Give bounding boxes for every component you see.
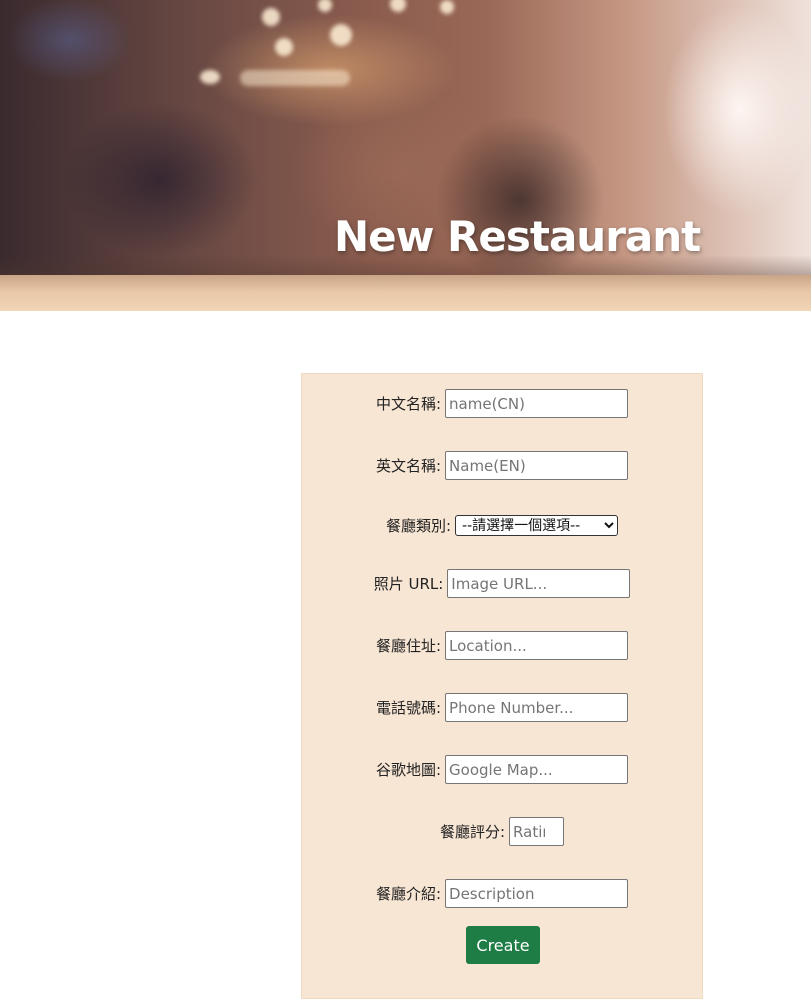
form-row-description: 餐廳介紹: [302, 879, 702, 908]
description-label: 餐廳介紹: [375, 885, 442, 903]
create-button[interactable]: Create [466, 926, 540, 964]
image-url-label: 照片 URL: [373, 575, 444, 593]
header-banner: New Restaurant [0, 0, 811, 311]
banner-bokeh-light [440, 0, 454, 14]
phone-input[interactable] [445, 693, 629, 722]
form-row-phone: 電話號碼: [302, 693, 702, 722]
location-label: 餐廳住址: [375, 637, 442, 655]
form-row-google-map: 谷歌地圖: [302, 755, 702, 784]
banner-bokeh-light [240, 70, 350, 86]
name-cn-input[interactable] [445, 389, 629, 418]
form-row-image-url: 照片 URL: [302, 569, 702, 598]
form-row-name-en: 英文名稱: [302, 451, 702, 480]
image-url-input[interactable] [447, 569, 631, 598]
google-map-label: 谷歌地圖: [375, 761, 442, 779]
rating-input[interactable] [509, 817, 565, 846]
new-restaurant-form: 中文名稱: 英文名稱: 餐廳類別: --請選擇一個選項-- 照片 URL: 餐廳… [301, 373, 703, 999]
form-row-location: 餐廳住址: [302, 631, 702, 660]
google-map-input[interactable] [445, 755, 629, 784]
banner-bokeh-light [262, 8, 280, 26]
name-en-input[interactable] [445, 451, 629, 480]
banner-bokeh-light [390, 0, 406, 12]
form-row-name-cn: 中文名稱: [302, 389, 702, 418]
form-row-category: 餐廳類別: --請選擇一個選項-- [302, 515, 702, 536]
rating-label: 餐廳評分: [439, 823, 506, 841]
description-input[interactable] [445, 879, 629, 908]
banner-bokeh-light [318, 0, 332, 12]
name-en-label: 英文名稱: [375, 457, 442, 475]
category-label: 餐廳類別: [385, 517, 452, 535]
phone-label: 電話號碼: [375, 699, 442, 717]
form-row-rating: 餐廳評分: [302, 817, 702, 846]
banner-table-surface [0, 275, 811, 311]
page-title: New Restaurant [334, 212, 701, 261]
banner-bokeh-light [330, 24, 352, 46]
location-input[interactable] [445, 631, 629, 660]
banner-bokeh-light [275, 38, 293, 56]
name-cn-label: 中文名稱: [375, 395, 442, 413]
banner-bokeh-light [200, 70, 220, 84]
category-select[interactable]: --請選擇一個選項-- [455, 515, 619, 536]
